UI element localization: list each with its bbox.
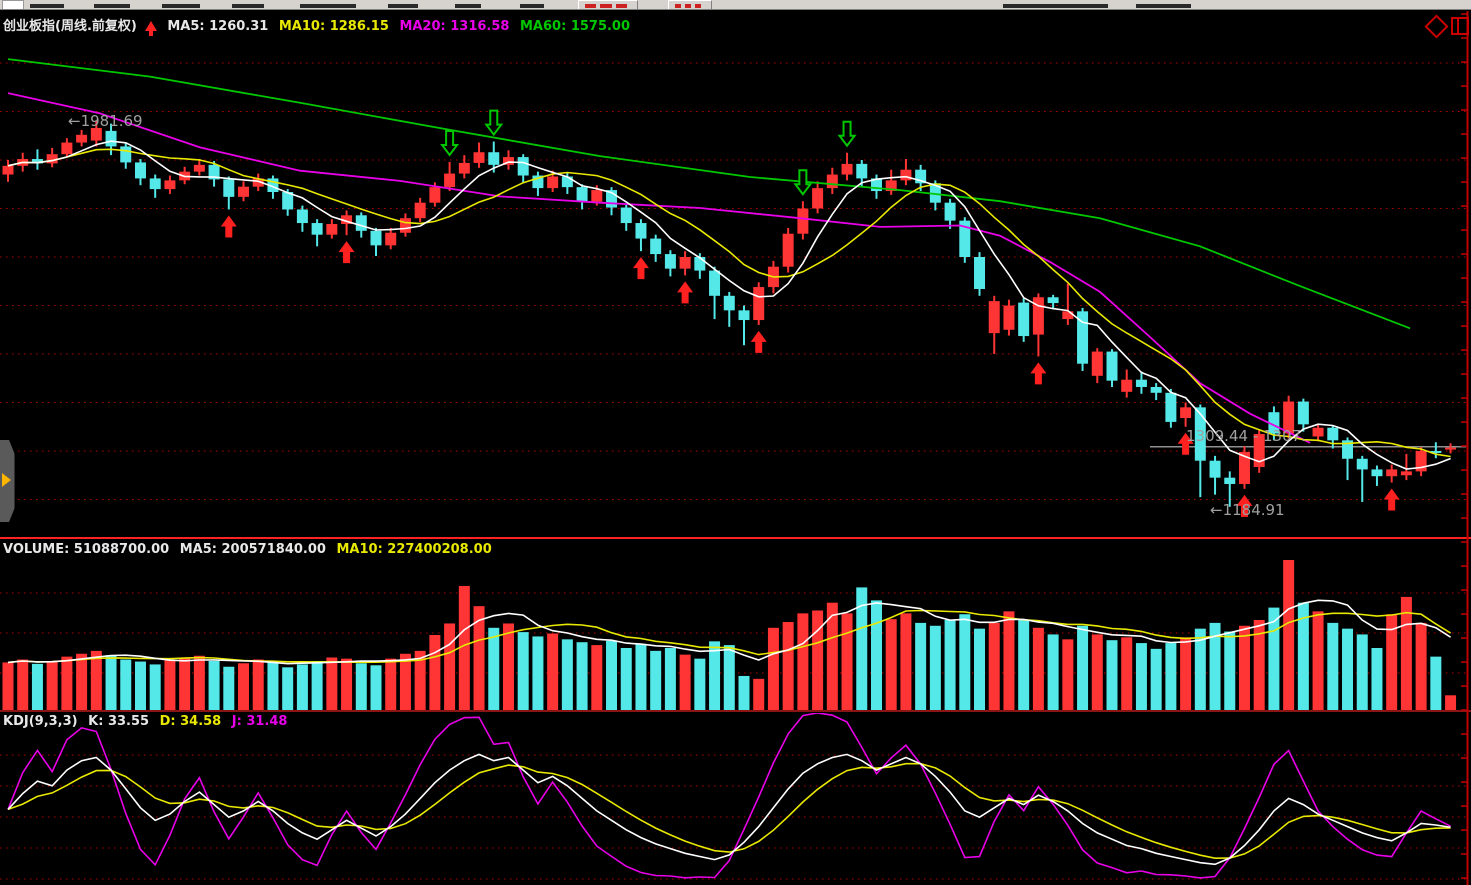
buy-signal-arrow <box>339 241 355 263</box>
toolbar-menu-item[interactable] <box>1136 4 1191 8</box>
toolbar-menu-item[interactable] <box>455 4 481 8</box>
top-toolbar[interactable] <box>0 0 1471 10</box>
toolbar-menu-item[interactable] <box>388 4 418 8</box>
kdj-k-readout: K: 33.55 <box>88 714 149 729</box>
candlestick-chart-canvas[interactable] <box>0 10 1471 885</box>
buy-signal-arrow <box>677 281 693 303</box>
buy-signal-arrow <box>221 215 237 237</box>
toolbar-red-button[interactable] <box>578 0 638 10</box>
toolbar-app-icon[interactable] <box>2 0 24 10</box>
buy-signal-arrow <box>751 331 767 353</box>
kdj-pane-header: KDJ(9,3,3) K: 33.55 D: 34.58 J: 31.48 <box>3 714 293 729</box>
buy-signal-arrow <box>1384 489 1400 511</box>
toolbar-menu-item[interactable] <box>300 4 356 8</box>
low-price-label: ←1184.91 <box>1210 501 1285 519</box>
sell-signal-arrow <box>840 122 855 146</box>
sell-signal-arrow <box>442 131 457 155</box>
volume-ma5-readout: MA5: 200571840.00 <box>180 542 326 557</box>
kdj-j-readout: J: 31.48 <box>232 714 288 729</box>
split-window-icon[interactable] <box>1451 17 1469 35</box>
toolbar-red-button[interactable] <box>668 0 712 10</box>
kdj-d-readout: D: 34.58 <box>160 714 222 729</box>
range-price-label: 1309.44 - 1307. <box>1186 427 1306 445</box>
volume-pane-header: VOLUME: 51088700.00 MA5: 200571840.00 MA… <box>3 542 498 557</box>
ma5-readout: MA5: 1260.31 <box>167 19 268 34</box>
kdj-name: KDJ(9,3,3) <box>3 714 78 729</box>
sell-signal-arrow <box>486 111 501 135</box>
toolbar-menu-item[interactable] <box>520 4 544 8</box>
toolbar-menu-item[interactable] <box>94 4 130 8</box>
ma20-readout: MA20: 1316.58 <box>399 19 509 34</box>
volume-ma10-readout: MA10: 227400208.00 <box>336 542 491 557</box>
toolbar-menu-item[interactable] <box>30 4 64 8</box>
ma60-readout: MA60: 1575.00 <box>520 19 630 34</box>
up-arrow-icon <box>145 21 157 31</box>
peak-price-label: ←1981.69 <box>68 112 143 130</box>
expand-arrow-icon <box>2 473 11 487</box>
volume-readout: VOLUME: 51088700.00 <box>3 542 169 557</box>
toolbar-menu-item[interactable] <box>1003 4 1108 8</box>
toolbar-menu-item[interactable] <box>232 4 264 8</box>
ma10-readout: MA10: 1286.15 <box>279 19 389 34</box>
symbol-title: 创业板指(周线.前复权) <box>3 19 137 34</box>
chart-area[interactable] <box>0 10 1471 885</box>
main-pane-header: 创业板指(周线.前复权) MA5: 1260.31 MA10: 1286.15 … <box>3 15 636 34</box>
toolbar-menu-item[interactable] <box>162 4 200 8</box>
buy-signal-arrow <box>1030 362 1046 384</box>
sidebar-expand-handle[interactable] <box>0 440 15 522</box>
buy-signal-arrow <box>633 257 649 279</box>
trading-app-window: { "toolbar": { "dark_items": [ {"x":30,"… <box>0 0 1471 885</box>
